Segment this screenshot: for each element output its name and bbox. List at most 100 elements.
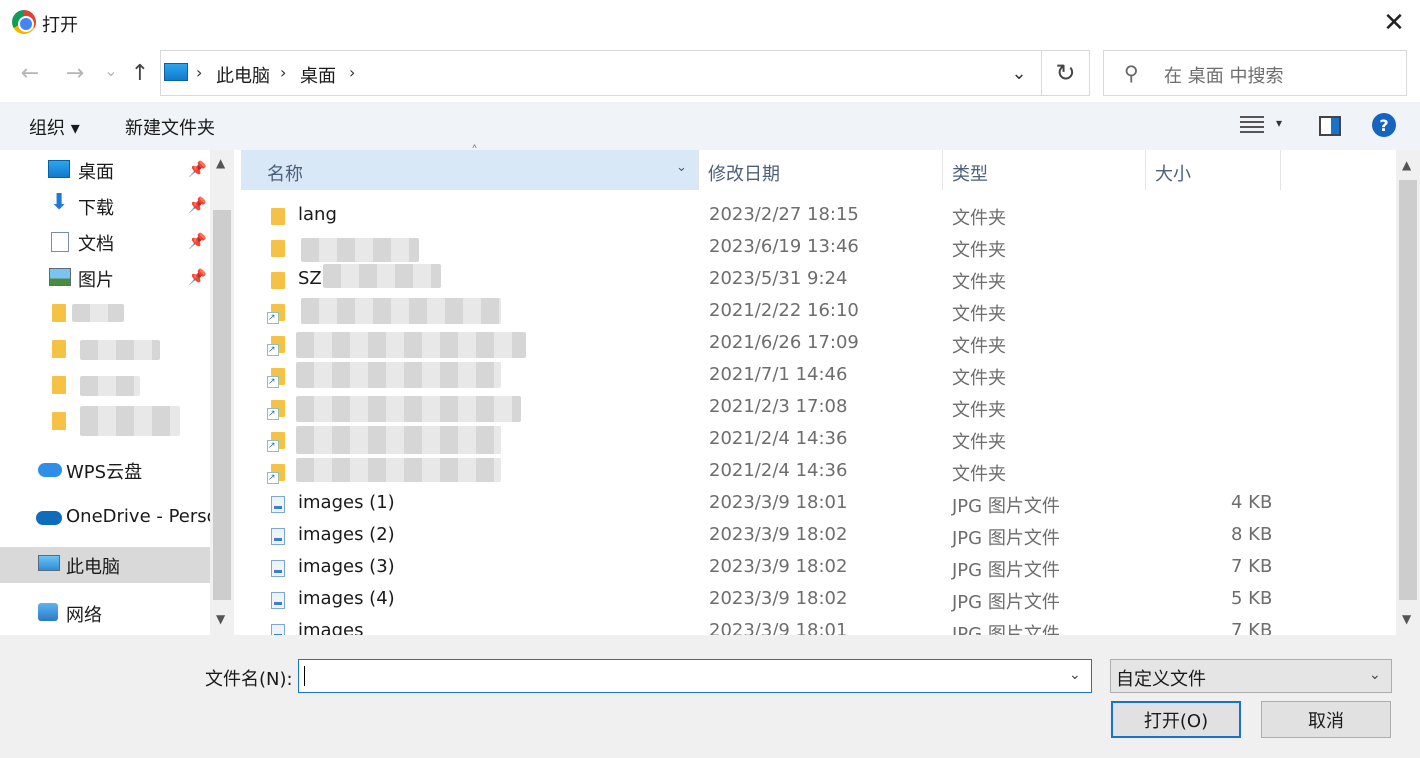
list-item[interactable]: SZ 2023/5/31 9:24 文件夹 [241, 264, 1391, 296]
search-placeholder[interactable]: 在 桌面 中搜索 [1164, 62, 1283, 88]
list-item[interactable]: 2021/6/26 17:09 文件夹 [241, 328, 1391, 360]
sidebar-item-pictures[interactable]: 图片 📌 [0, 260, 210, 296]
scroll-up-arrow[interactable]: ▲ [216, 156, 225, 170]
file-type: 文件夹 [952, 400, 1006, 421]
organize-button[interactable]: 组织 ▾ [29, 114, 80, 140]
file-date: 2023/3/9 18:02 [709, 556, 848, 577]
file-date: 2021/2/4 14:36 [709, 460, 848, 481]
file-list: lang 2023/2/27 18:15 文件夹 2023/6/19 13:46… [241, 200, 1391, 635]
breadcrumb-separator: › [196, 63, 203, 82]
redacted-name [296, 458, 501, 482]
jpg-file-icon [271, 496, 285, 513]
sidebar-item-downloads[interactable]: ⬇ 下载 📌 [0, 188, 210, 224]
view-dropdown-icon[interactable]: ▾ [1276, 116, 1282, 130]
file-date: 2023/3/9 18:01 [709, 492, 848, 513]
sidebar-item-label: 网络 [66, 605, 102, 626]
help-icon[interactable]: ? [1372, 113, 1396, 137]
search-box[interactable]: ⚲ 在 桌面 中搜索 [1103, 50, 1407, 96]
cancel-button[interactable]: 取消 [1261, 701, 1391, 738]
file-date: 2021/7/1 14:46 [709, 364, 848, 385]
scroll-down-arrow[interactable]: ▼ [1402, 612, 1411, 626]
column-header-name[interactable]: 名称 ˄ ⌄ [241, 144, 699, 190]
filetype-select[interactable]: 自定义文件 ⌄ [1110, 659, 1392, 693]
breadcrumb-separator[interactable]: › [349, 63, 355, 82]
list-item[interactable]: 2021/2/3 17:08 文件夹 [241, 392, 1391, 424]
sidebar-item-folder-redacted[interactable] [0, 404, 210, 440]
preview-pane-icon[interactable] [1319, 116, 1341, 136]
command-bar: 组织 ▾ 新建文件夹 ▾ [0, 102, 1420, 150]
sidebar-item-onedrive[interactable]: OneDrive - Perso [0, 500, 218, 536]
new-folder-button[interactable]: 新建文件夹 [125, 114, 215, 140]
column-header-row: 名称 ˄ ⌄ 修改日期 类型 大小 [241, 144, 1391, 190]
up-button[interactable]: ↑ [125, 58, 155, 88]
file-type: 文件夹 [952, 304, 1006, 325]
file-date: 2023/3/9 18:02 [709, 588, 848, 609]
sidebar-item-wps-cloud[interactable]: WPS云盘 [0, 452, 210, 488]
sidebar-item-network[interactable]: 网络 [0, 595, 210, 631]
file-type: 文件夹 [952, 240, 1006, 261]
column-header-size[interactable]: 大小 [1146, 150, 1281, 190]
open-button[interactable]: 打开(O) [1111, 701, 1241, 738]
file-name: images (4) [298, 588, 395, 609]
scroll-up-arrow[interactable]: ▲ [1402, 158, 1411, 172]
list-item[interactable]: 2023/6/19 13:46 文件夹 [241, 232, 1391, 264]
recent-locations-button[interactable]: ⌄ [96, 55, 126, 85]
this-pc-icon [164, 63, 188, 81]
navigation-scrollbar-thumb[interactable] [213, 210, 231, 600]
folder-icon [271, 208, 285, 225]
file-name: SZ [298, 268, 322, 289]
filename-dropdown-icon[interactable]: ⌄ [1069, 667, 1081, 683]
network-icon [38, 603, 58, 621]
file-date: 2021/2/22 16:10 [709, 300, 859, 321]
list-item[interactable]: images (4) 2023/3/9 18:02 JPG 图片文件 5 KB [241, 584, 1391, 616]
address-dropdown-button[interactable]: ⌄ [1004, 60, 1034, 86]
file-list-scrollbar-thumb[interactable] [1399, 180, 1417, 600]
sidebar-item-desktop[interactable]: 桌面 📌 [0, 152, 210, 188]
list-item[interactable]: 2021/2/22 16:10 文件夹 [241, 296, 1391, 328]
file-name: images (3) [298, 556, 395, 577]
filename-label: 文件名(N): [205, 669, 293, 690]
column-label: 类型 [952, 164, 988, 185]
download-arrow-icon: ⬇ [50, 190, 69, 215]
redacted-name [301, 238, 419, 262]
sidebar-item-folder-redacted[interactable] [0, 332, 210, 368]
list-item[interactable]: 2021/7/1 14:46 文件夹 [241, 360, 1391, 392]
column-header-modified[interactable]: 修改日期 [699, 150, 943, 190]
file-size: 7 KB [1231, 556, 1273, 577]
list-item[interactable]: images 2023/3/9 18:01 JPG 图片文件 7 KB [241, 616, 1391, 635]
filetype-dropdown-icon: ⌄ [1369, 667, 1381, 683]
list-item[interactable]: 2021/2/4 14:36 文件夹 [241, 456, 1391, 488]
scroll-down-arrow[interactable]: ▼ [216, 612, 225, 626]
forward-button[interactable]: → [60, 58, 90, 88]
sidebar-item-folder-redacted[interactable] [0, 368, 210, 404]
redacted-label [80, 340, 160, 360]
list-item[interactable]: images (2) 2023/3/9 18:02 JPG 图片文件 8 KB [241, 520, 1391, 552]
list-item[interactable]: images (3) 2023/3/9 18:02 JPG 图片文件 7 KB [241, 552, 1391, 584]
address-bar[interactable]: › 此电脑 › 桌面 › ⌄ ↻ [160, 50, 1090, 96]
redacted-name [323, 264, 441, 288]
column-header-type[interactable]: 类型 [943, 150, 1146, 190]
close-button[interactable]: ✕ [1368, 0, 1420, 46]
list-item[interactable]: images (1) 2023/3/9 18:01 JPG 图片文件 4 KB [241, 488, 1391, 520]
sidebar-item-this-pc[interactable]: 此电脑 [0, 547, 210, 583]
filename-input[interactable]: ⌄ [298, 659, 1092, 693]
onedrive-cloud-icon [36, 511, 62, 525]
back-button[interactable]: ← [15, 58, 45, 88]
file-type: 文件夹 [952, 464, 1006, 485]
folder-icon [52, 412, 66, 430]
file-date: 2023/6/19 13:46 [709, 236, 859, 257]
breadcrumb-this-pc[interactable]: 此电脑 [216, 62, 270, 88]
sidebar-item-documents[interactable]: 文档 📌 [0, 224, 210, 260]
column-filter-dropdown[interactable]: ⌄ [676, 160, 687, 175]
breadcrumb-desktop[interactable]: 桌面 [300, 62, 336, 88]
refresh-button[interactable]: ↻ [1041, 51, 1089, 95]
sidebar-item-folder-redacted[interactable] [0, 296, 210, 332]
list-item[interactable]: lang 2023/2/27 18:15 文件夹 [241, 200, 1391, 232]
folder-shortcut-icon [267, 464, 285, 484]
jpg-file-icon [271, 560, 285, 577]
column-label: 修改日期 [708, 164, 780, 185]
file-date: 2023/3/9 18:02 [709, 524, 848, 545]
view-options-icon[interactable] [1240, 114, 1264, 136]
folder-shortcut-icon [267, 432, 285, 452]
list-item[interactable]: 2021/2/4 14:36 文件夹 [241, 424, 1391, 456]
